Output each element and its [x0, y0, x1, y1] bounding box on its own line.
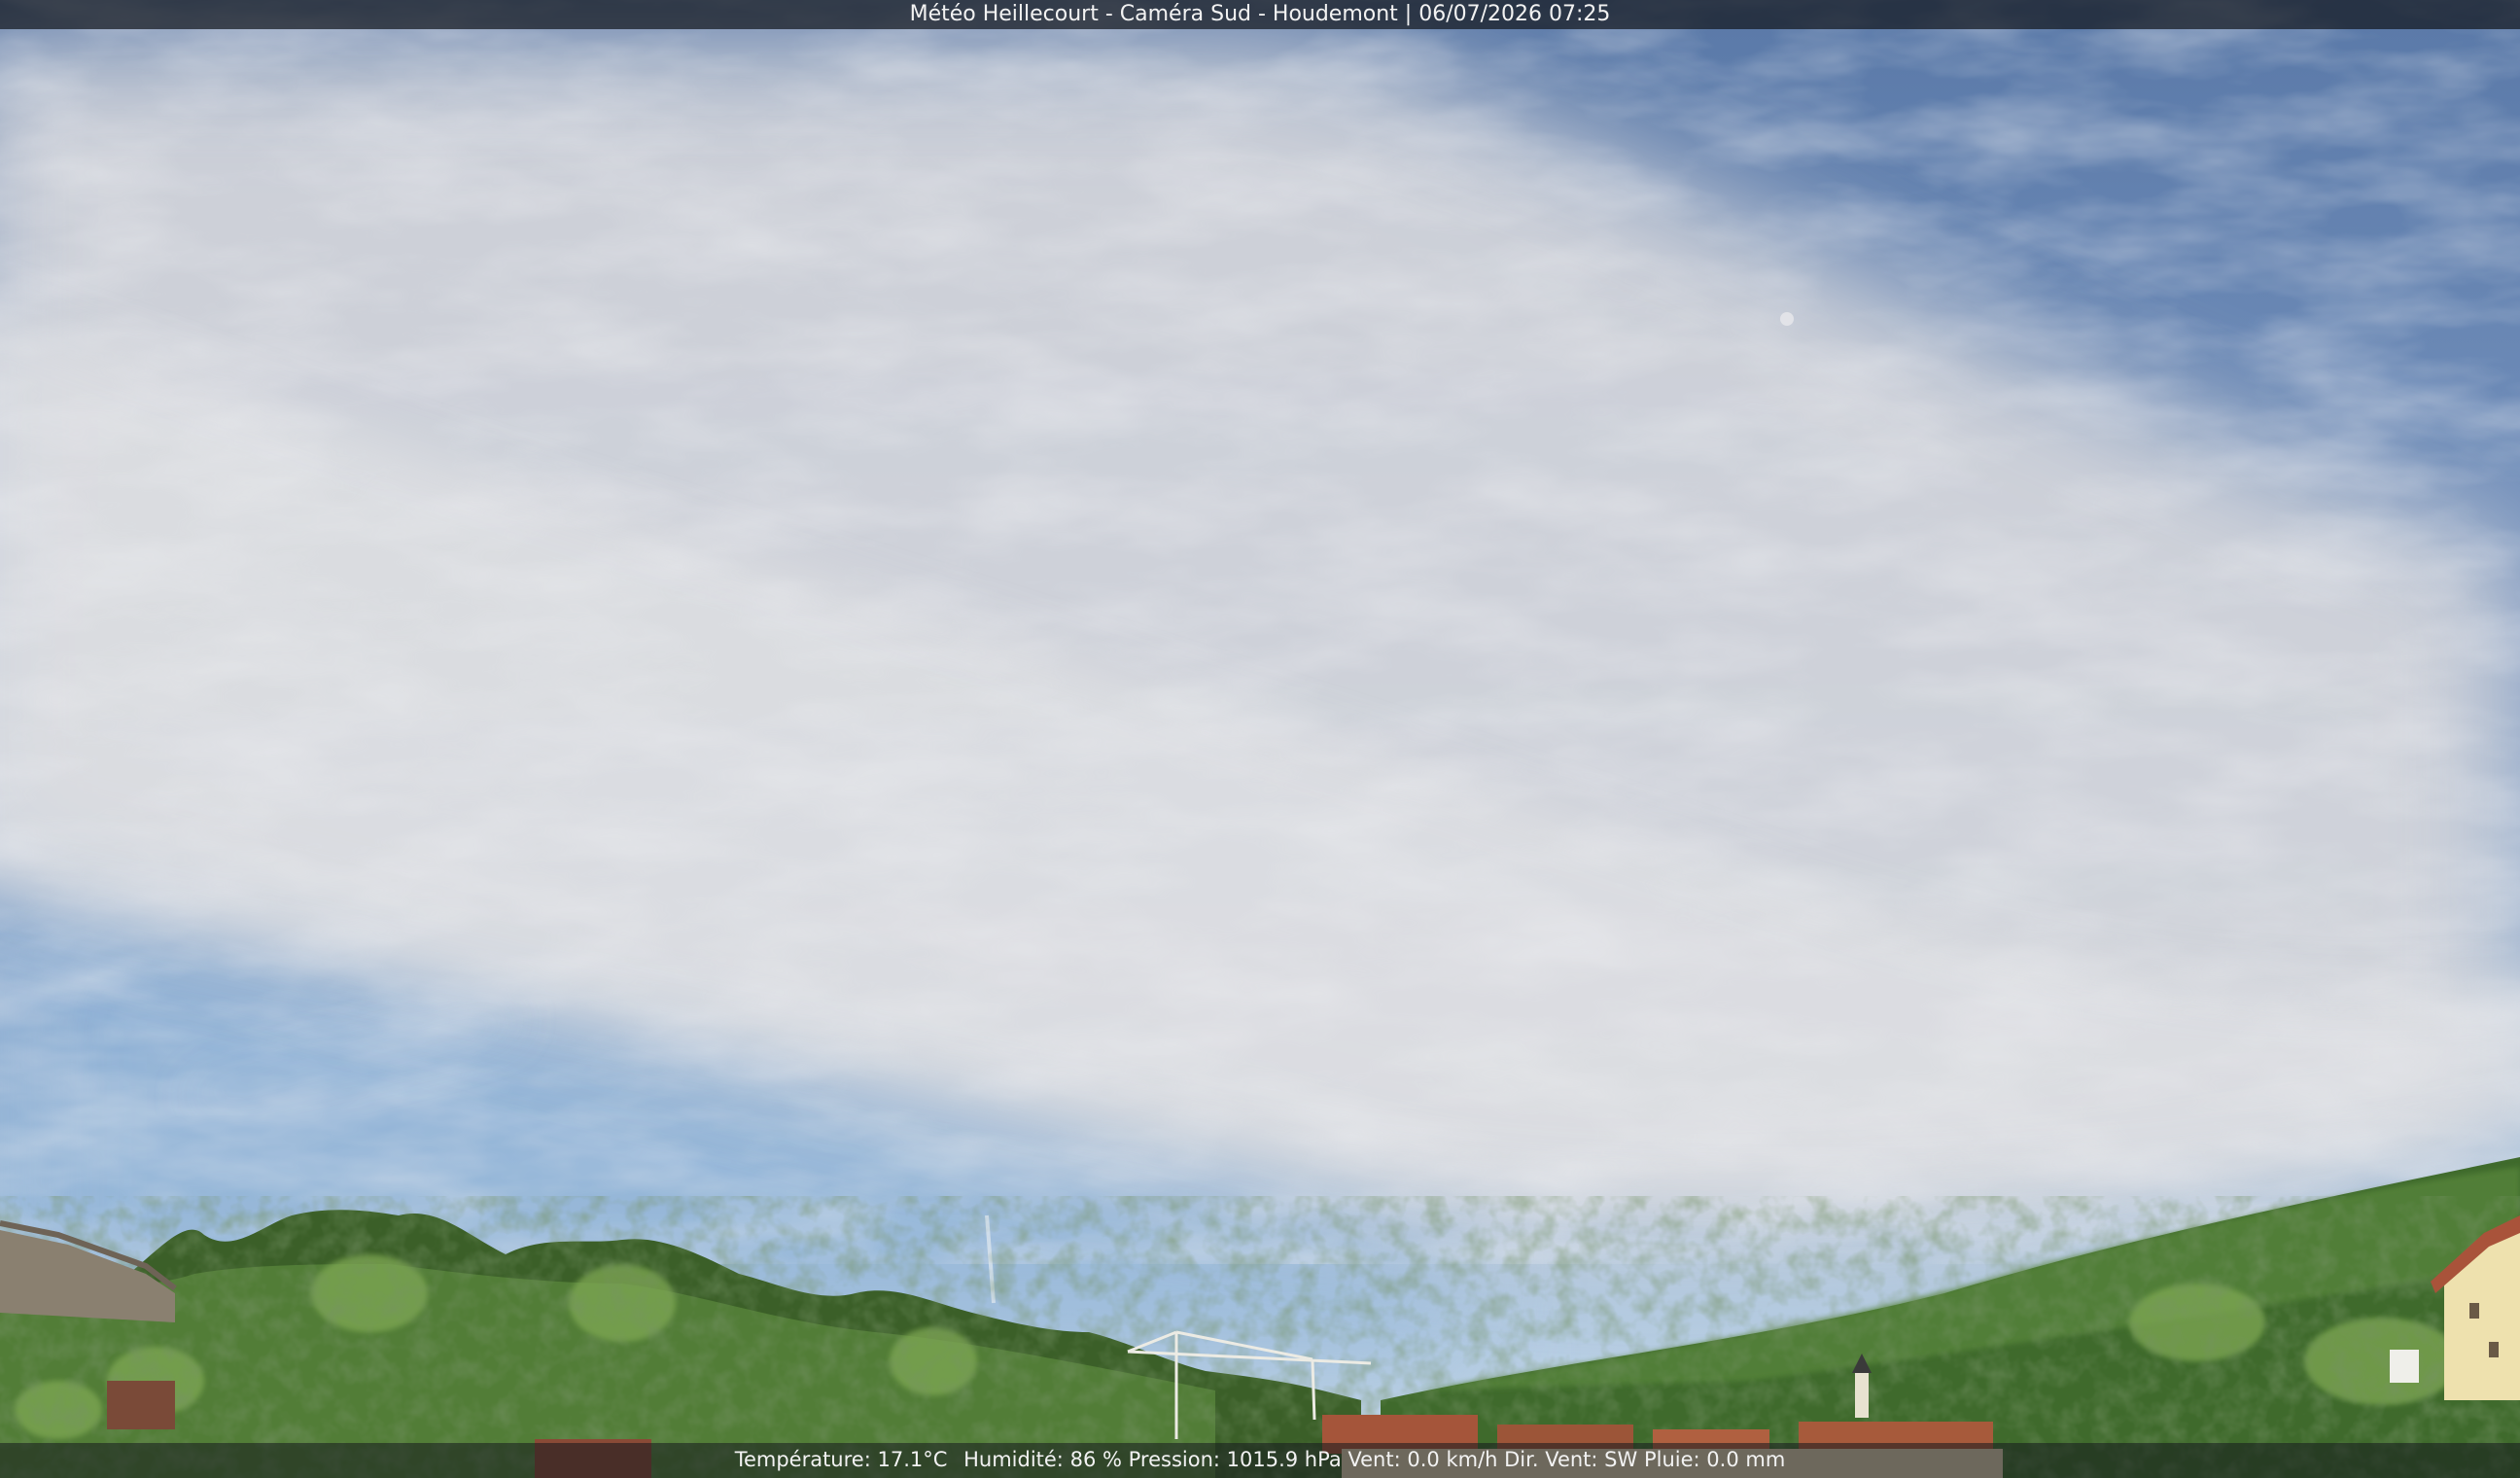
rain-label: Pluie: — [1643, 1448, 1700, 1471]
weather-info-overlay: Température: 17.1°C Humidité: 86 % Press… — [0, 1443, 2520, 1478]
wind-value: 0.0 km/h — [1407, 1448, 1498, 1471]
wind-direction-label: Dir. Vent: — [1504, 1448, 1598, 1471]
humidity-value: 86 % — [1069, 1448, 1122, 1471]
wind-label: Vent: — [1348, 1448, 1401, 1471]
title-overlay: Météo Heillecourt - Caméra Sud - Houdemo… — [0, 0, 2520, 29]
pressure-value: 1015.9 hPa — [1226, 1448, 1342, 1471]
title-text: Météo Heillecourt - Caméra Sud - Houdemo… — [909, 2, 1611, 26]
temperature-label: Température: — [734, 1448, 871, 1471]
wind-direction-value: SW — [1604, 1448, 1638, 1471]
webcam-image: Météo Heillecourt - Caméra Sud - Houdemo… — [0, 0, 2520, 1478]
pressure-label: Pression: — [1128, 1448, 1220, 1471]
rain-value: 0.0 mm — [1706, 1448, 1786, 1471]
temperature-value: 17.1°C — [877, 1448, 948, 1471]
landscape — [0, 1157, 2520, 1478]
humidity-label: Humidité: — [963, 1448, 1064, 1471]
